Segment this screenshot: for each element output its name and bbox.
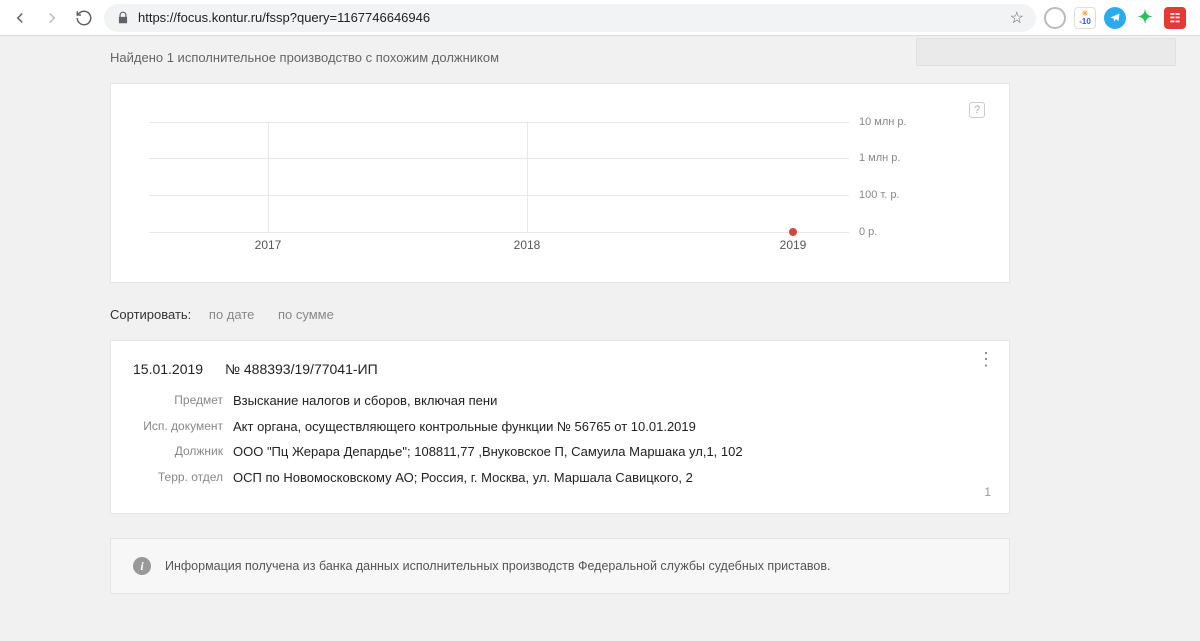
sort-label: Сортировать: [110,307,191,322]
url-text: https://focus.kontur.ru/fssp?query=11677… [138,10,430,25]
info-text: Информация получена из банка данных испо… [165,559,831,573]
debtor-key: Должник [133,442,233,462]
browser-toolbar: https://focus.kontur.ru/fssp?query=11677… [0,0,1200,36]
ext-circle-icon[interactable] [1044,7,1066,29]
results-count: Найдено 1 исполнительное производство с … [110,50,1010,65]
top-placeholder-box [916,38,1176,66]
debtor-value: ООО "Пц Жерара Депардье"; 108811,77 ,Вну… [233,442,743,462]
ext-telegram-icon[interactable] [1104,7,1126,29]
lock-icon [116,11,130,25]
sort-by-date[interactable]: по дате [209,307,254,322]
dept-key: Терр. отдел [133,468,233,488]
chart-datapoint [789,228,797,236]
forward-button[interactable] [40,6,64,30]
ext-evernote-icon[interactable]: ✦ [1134,7,1156,29]
doc-key: Исп. документ [133,417,233,437]
back-button[interactable] [8,6,32,30]
subject-value: Взыскание налогов и сборов, включая пени [233,391,497,411]
dept-value: ОСП по Новомосковскому АО; Россия, г. Мо… [233,468,693,488]
ext-shop-icon[interactable]: ☷ [1164,7,1186,29]
more-menu-icon[interactable]: ⋮ [977,357,995,361]
result-date: 15.01.2019 [133,361,203,377]
result-index: 1 [984,485,991,499]
chart-plot [149,122,849,232]
chart-card: ? 10 млн р. 1 млн р. 100 т. р. 0 р. [110,83,1010,283]
sort-row: Сортировать: по дате по сумме [110,307,1010,322]
result-number: № 488393/19/77041-ИП [225,361,378,377]
subject-key: Предмет [133,391,233,411]
info-icon: i [133,557,151,575]
address-bar[interactable]: https://focus.kontur.ru/fssp?query=11677… [104,4,1036,32]
doc-value: Акт органа, осуществляющего контрольные … [233,417,696,437]
ext-weather-icon[interactable]: ☀-10 [1074,7,1096,29]
sort-by-sum[interactable]: по сумме [278,307,334,322]
reload-button[interactable] [72,6,96,30]
chart-y-axis: 10 млн р. 1 млн р. 100 т. р. 0 р. [859,122,939,232]
result-header: 15.01.2019 № 488393/19/77041-ИП [133,361,987,377]
extensions: ☀-10 ✦ ☷ [1044,7,1192,29]
star-icon[interactable]: ☆ [1010,8,1024,28]
result-card: ⋮ 15.01.2019 № 488393/19/77041-ИП Предме… [110,340,1010,514]
help-icon[interactable]: ? [969,102,985,118]
info-card: i Информация получена из банка данных ис… [110,538,1010,594]
